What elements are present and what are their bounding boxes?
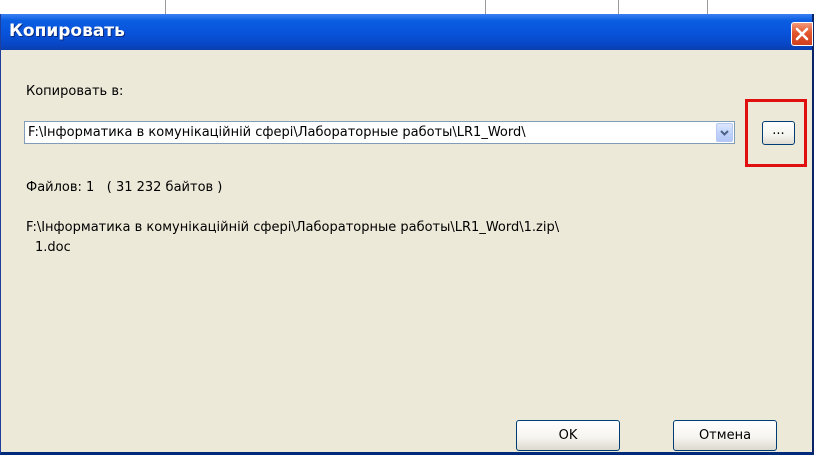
files-summary: Файлов: 1 ( 31 232 байтов ) (26, 180, 222, 195)
title-bar[interactable]: Копировать (1, 14, 813, 50)
background-window-edge (0, 0, 815, 14)
cancel-button[interactable]: Отмена (673, 420, 777, 451)
ok-button[interactable]: OK (516, 420, 620, 451)
browse-button[interactable]: ... (762, 121, 795, 145)
source-file-name: 1.doc (35, 240, 71, 255)
copy-dialog: Копировать Копировать в: F:\Інформатика … (0, 14, 814, 455)
dialog-title: Копировать (9, 21, 125, 41)
copy-to-label: Копировать в: (26, 84, 124, 99)
dropdown-button[interactable] (716, 123, 733, 142)
files-size: ( 31 232 байтов ) (106, 180, 223, 195)
destination-path-value: F:\Інформатика в комунікаційній сфері\Ла… (28, 125, 526, 140)
source-path: F:\Інформатика в комунікаційній сфері\Ла… (26, 220, 560, 235)
close-button[interactable] (791, 22, 813, 46)
close-icon (795, 27, 809, 41)
chevron-down-icon (720, 130, 729, 136)
destination-combobox[interactable]: F:\Інформатика в комунікаційній сфері\Ла… (24, 121, 735, 144)
files-count: Файлов: 1 (26, 180, 95, 195)
